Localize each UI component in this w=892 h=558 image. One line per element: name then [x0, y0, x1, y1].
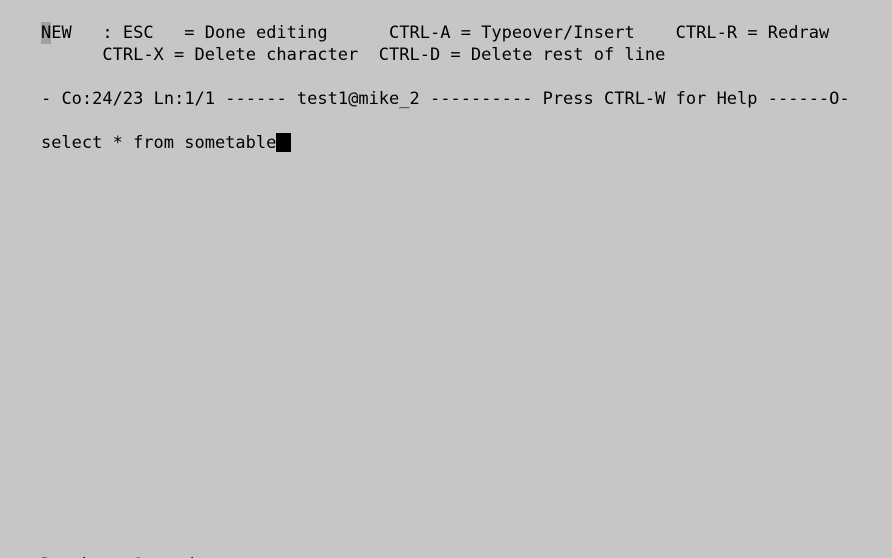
status-line-value: 1/1 [184, 89, 216, 109]
status-rule-2: ---------- [419, 89, 543, 109]
text-cursor [276, 133, 292, 152]
help-equals-5: = [440, 45, 471, 65]
help-action-delete-character: Delete character [194, 45, 359, 65]
help-key-ctrl-d[interactable]: CTRL-D [379, 45, 440, 65]
status-line-label: Ln: [153, 89, 185, 109]
help-line2-indent [41, 45, 102, 65]
status-filename: test1@mike_2 [296, 89, 420, 109]
editor-content-line[interactable]: select * from sometable [0, 110, 292, 153]
help-action-redraw: Redraw [767, 23, 830, 43]
help-key-ctrl-r[interactable]: CTRL-R [676, 23, 737, 43]
status-space-1 [143, 89, 153, 109]
help-key-ctrl-x[interactable]: CTRL-X [102, 45, 163, 65]
help-equals-4: = [163, 45, 195, 65]
help-equals-3: = [737, 23, 768, 43]
sql-query-text[interactable]: select * from sometable [41, 133, 276, 153]
status-column-label: Co: [61, 89, 93, 109]
status-rule-3: ------O- [757, 89, 850, 109]
terminal-screen: NEW : ESC = Done editing CTRL-A = Typeov… [0, 0, 892, 558]
help-gap-3 [358, 45, 378, 65]
help-bar-line-1: NEW : ESC = Done editing CTRL-A = Typeov… [0, 0, 829, 44]
message-bar: Database Opened [0, 532, 195, 558]
status-column-value: 24/23 [92, 89, 144, 109]
status-lead-dash: - [40, 89, 62, 109]
status-bar: - Co:24/23 Ln:1/1 ------ test1@mike_2 --… [0, 66, 850, 109]
status-rule-1: ------ [215, 89, 297, 109]
help-action-delete-rest-of-line: Delete rest of line [470, 45, 666, 65]
status-help-hint[interactable]: Press CTRL-W for Help [543, 89, 758, 109]
help-bar-line-2: CTRL-X = Delete character CTRL-D = Delet… [0, 22, 665, 65]
